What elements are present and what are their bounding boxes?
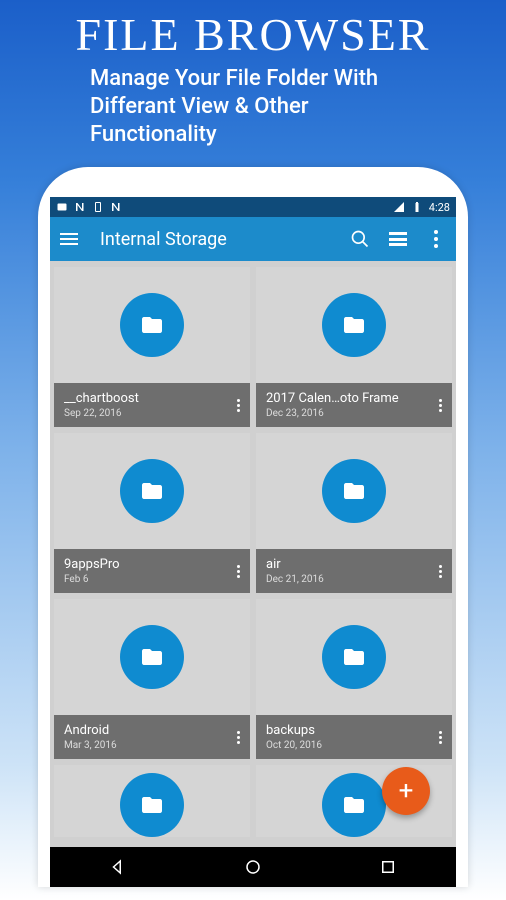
status-time: 4:28 (429, 201, 450, 214)
folder-date: Dec 21, 2016 (266, 574, 437, 585)
home-button[interactable] (244, 858, 262, 876)
n-icon-2 (110, 201, 122, 213)
folder-tile[interactable]: Android Mar 3, 2016 (54, 599, 250, 759)
folder-name: 9appsPro (64, 557, 235, 572)
folder-icon (120, 293, 184, 357)
folder-tile[interactable] (54, 765, 250, 835)
folder-tile[interactable]: air Dec 21, 2016 (256, 433, 452, 593)
folder-date: Dec 23, 2016 (266, 408, 437, 419)
recents-button[interactable] (379, 858, 397, 876)
folder-date: Oct 20, 2016 (266, 740, 437, 751)
app-bar-title: Internal Storage (100, 229, 332, 250)
folder-date: Mar 3, 2016 (64, 740, 235, 751)
phone-icon (92, 201, 104, 213)
folder-icon (120, 773, 184, 837)
battery-icon (411, 201, 423, 213)
folder-name: air (266, 557, 437, 572)
tile-more-icon[interactable] (437, 731, 444, 744)
tile-more-icon[interactable] (235, 399, 242, 412)
folder-date: Feb 6 (64, 574, 235, 585)
folder-icon (322, 293, 386, 357)
folder-grid: __chartboost Sep 22, 2016 2017 Calen…oto … (50, 261, 456, 841)
back-button[interactable] (109, 858, 127, 876)
folder-icon (322, 773, 386, 837)
folder-name: __chartboost (64, 391, 235, 406)
folder-icon (322, 459, 386, 523)
folder-name: 2017 Calen…oto Frame (266, 391, 437, 406)
tile-more-icon[interactable] (437, 565, 444, 578)
overflow-icon[interactable] (426, 229, 446, 249)
tile-more-icon[interactable] (235, 565, 242, 578)
folder-icon (120, 625, 184, 689)
tile-more-icon[interactable] (235, 731, 242, 744)
search-icon[interactable] (350, 229, 370, 249)
folder-icon (322, 625, 386, 689)
folder-tile[interactable]: 2017 Calen…oto Frame Dec 23, 2016 (256, 267, 452, 427)
app-bar: Internal Storage (50, 217, 456, 261)
folder-icon (120, 459, 184, 523)
tile-more-icon[interactable] (437, 399, 444, 412)
image-icon (56, 201, 68, 213)
folder-tile[interactable]: __chartboost Sep 22, 2016 (54, 267, 250, 427)
menu-icon[interactable] (60, 233, 78, 245)
signal-icon (393, 201, 405, 213)
promo-subtitle: Manage Your File Folder WithDifferant Vi… (90, 65, 378, 149)
view-toggle-icon[interactable] (388, 229, 408, 249)
status-bar: 4:28 (50, 197, 456, 217)
folder-tile[interactable]: backups Oct 20, 2016 (256, 599, 452, 759)
system-nav-bar (50, 847, 456, 887)
folder-date: Sep 22, 2016 (64, 408, 235, 419)
promo-title: FILE BROWSER (76, 8, 431, 61)
n-icon (74, 201, 86, 213)
folder-tile[interactable]: 9appsPro Feb 6 (54, 433, 250, 593)
screen: 4:28 Internal Storage __chartboost Sep 22… (50, 197, 456, 887)
folder-name: Android (64, 723, 235, 738)
phone-frame: 4:28 Internal Storage __chartboost Sep 22… (38, 167, 468, 887)
folder-name: backups (266, 723, 437, 738)
